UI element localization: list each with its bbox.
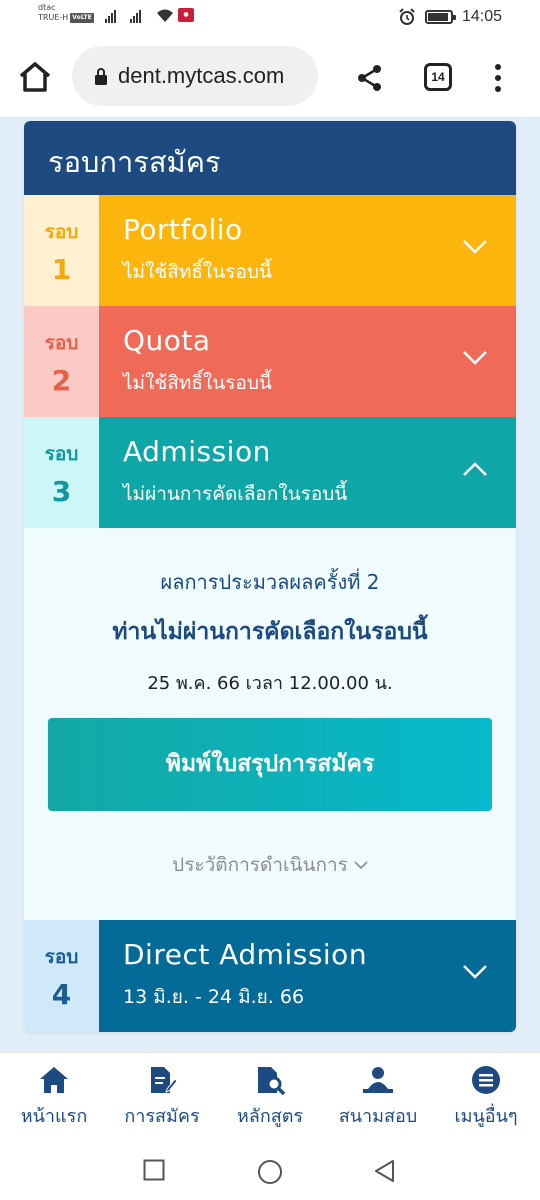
nav-exam-venue[interactable]: สนามสอบ bbox=[324, 1065, 432, 1130]
exam-venue-icon bbox=[363, 1067, 393, 1093]
system-navigation-bar bbox=[0, 1142, 540, 1200]
status-bar: dtac TRUE-H VoLTE ● 14:05 bbox=[0, 0, 540, 40]
round-dates: 13 มิ.ย. - 24 มิ.ย. 66 bbox=[123, 986, 305, 1008]
round-2-header[interactable]: Quota ไม่ใช้สิทธิ์ในรอบนี้ bbox=[99, 306, 516, 417]
round-number: 4 bbox=[51, 978, 72, 1011]
share-icon[interactable] bbox=[356, 64, 384, 92]
more-menu-icon bbox=[472, 1066, 500, 1094]
tab-switcher-button[interactable]: 14 bbox=[424, 63, 452, 91]
round-label: รอบ bbox=[44, 443, 79, 465]
nav-courses-label: หลักสูตร bbox=[236, 1106, 304, 1127]
round-label: รอบ bbox=[44, 221, 79, 243]
home-icon[interactable] bbox=[18, 62, 52, 92]
round-2-row[interactable]: รอบ 2 Quota ไม่ใช้สิทธิ์ในรอบนี้ bbox=[24, 306, 516, 417]
application-rounds-card: รอบการสมัคร รอบ 1 Portfolio ไม่ใช้สิทธิ์… bbox=[24, 121, 516, 1032]
carrier-name-2: TRUE-H bbox=[38, 13, 69, 22]
browser-toolbar: dent.mytcas.com 14 bbox=[0, 40, 540, 118]
round-name: Admission bbox=[123, 435, 271, 468]
round-number: 1 bbox=[51, 253, 72, 286]
alarm-icon bbox=[399, 8, 415, 25]
round-3-row[interactable]: รอบ 3 Admission ไม่ผ่านการคัดเลือกในรอบน… bbox=[24, 417, 516, 528]
round-status: ไม่ผ่านการคัดเลือกในรอบนี้ bbox=[123, 483, 348, 505]
back-icon[interactable] bbox=[373, 1159, 395, 1183]
chevron-down-icon[interactable] bbox=[462, 350, 488, 366]
chevron-down-icon[interactable] bbox=[462, 239, 488, 255]
application-icon bbox=[151, 1067, 177, 1093]
card-title: รอบการสมัคร bbox=[48, 145, 221, 179]
round-status: ไม่ใช้สิทธิ์ในรอบนี้ bbox=[123, 261, 272, 283]
url-text: dent.mytcas.com bbox=[118, 63, 285, 88]
round-3-number-box: รอบ 3 bbox=[24, 417, 99, 528]
print-summary-button[interactable]: พิมพ์ใบสรุปการสมัคร bbox=[48, 718, 492, 811]
carrier-info: dtac TRUE-H VoLTE bbox=[38, 3, 94, 23]
more-options-icon[interactable] bbox=[490, 64, 506, 92]
history-toggle[interactable]: ประวัติการดำเนินการ bbox=[24, 850, 516, 880]
course-search-icon bbox=[258, 1067, 285, 1095]
chevron-down-icon bbox=[354, 861, 368, 870]
round-4-row[interactable]: รอบ 4 Direct Admission 13 มิ.ย. - 24 มิ.… bbox=[24, 920, 516, 1032]
round-status: ไม่ใช้สิทธิ์ในรอบนี้ bbox=[123, 372, 272, 394]
signal-icon-2 bbox=[130, 9, 141, 23]
home-icon bbox=[40, 1067, 68, 1093]
result-message: ท่านไม่ผ่านการคัดเลือกในรอบนี้ bbox=[112, 619, 428, 645]
bottom-navigation: หน้าแรก การสมัคร หลักสูตร สนามสอบ เมนูอื… bbox=[0, 1052, 540, 1142]
notification-app-icon: ● bbox=[178, 8, 194, 22]
round-name: Direct Admission bbox=[123, 938, 368, 971]
round-number: 3 bbox=[51, 475, 72, 508]
address-bar[interactable]: dent.mytcas.com bbox=[72, 46, 318, 106]
round-name: Quota bbox=[123, 324, 211, 357]
round-4-number-box: รอบ 4 bbox=[24, 920, 99, 1032]
home-circle-icon[interactable] bbox=[257, 1159, 283, 1185]
wifi-icon bbox=[157, 9, 173, 22]
carrier-name: dtac bbox=[38, 3, 56, 12]
round-label: รอบ bbox=[44, 946, 79, 968]
round-3-detail-panel: ผลการประมวลผลครั้งที่ 2 ท่านไม่ผ่านการคั… bbox=[24, 528, 516, 920]
card-header: รอบการสมัคร bbox=[24, 121, 516, 195]
recent-apps-icon[interactable] bbox=[143, 1159, 165, 1181]
round-3-header[interactable]: Admission ไม่ผ่านการคัดเลือกในรอบนี้ bbox=[99, 417, 516, 528]
chevron-up-icon[interactable] bbox=[462, 461, 488, 477]
status-time: 14:05 bbox=[461, 8, 502, 25]
round-1-header[interactable]: Portfolio ไม่ใช้สิทธิ์ในรอบนี้ bbox=[99, 195, 516, 306]
round-4-header[interactable]: Direct Admission 13 มิ.ย. - 24 มิ.ย. 66 bbox=[99, 920, 516, 1032]
lock-icon bbox=[95, 68, 107, 85]
round-1-number-box: รอบ 1 bbox=[24, 195, 99, 306]
history-label: ประวัติการดำเนินการ bbox=[172, 854, 348, 876]
round-1-row[interactable]: รอบ 1 Portfolio ไม่ใช้สิทธิ์ในรอบนี้ bbox=[24, 195, 516, 306]
nav-more-label: เมนูอื่นๆ bbox=[454, 1106, 518, 1127]
signal-icon bbox=[105, 9, 116, 23]
nav-exam-venue-label: สนามสอบ bbox=[338, 1106, 418, 1127]
result-title: ผลการประมวลผลครั้งที่ 2 bbox=[160, 570, 380, 594]
nav-application-label: การสมัคร bbox=[124, 1106, 200, 1127]
round-label: รอบ bbox=[44, 332, 79, 354]
round-name: Portfolio bbox=[123, 213, 243, 246]
nav-courses[interactable]: หลักสูตร bbox=[216, 1065, 324, 1130]
round-2-number-box: รอบ 2 bbox=[24, 306, 99, 417]
nav-home[interactable]: หน้าแรก bbox=[0, 1065, 108, 1130]
result-date: 25 พ.ค. 66 เวลา 12.00.00 น. bbox=[147, 673, 393, 694]
volte-badge: VoLTE bbox=[70, 13, 94, 23]
nav-home-label: หน้าแรก bbox=[20, 1106, 88, 1127]
nav-more[interactable]: เมนูอื่นๆ bbox=[432, 1065, 540, 1130]
round-number: 2 bbox=[51, 364, 72, 397]
nav-application[interactable]: การสมัคร bbox=[108, 1065, 216, 1130]
battery-icon bbox=[424, 10, 456, 24]
chevron-down-icon[interactable] bbox=[462, 964, 488, 980]
